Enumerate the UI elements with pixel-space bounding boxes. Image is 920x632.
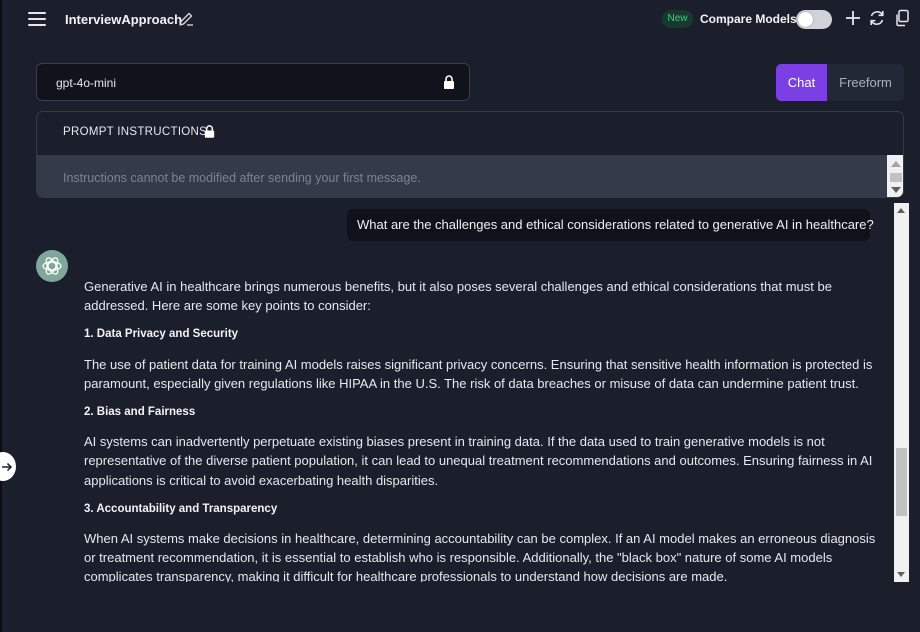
arrow-right-icon [2,462,13,472]
chat-scrollbar[interactable] [894,203,909,582]
model-selector[interactable]: gpt-4o-mini [36,63,470,101]
copy-icon[interactable] [893,8,911,28]
plus-icon[interactable] [844,8,862,28]
section-heading: 3. Accountability and Transparency [84,502,278,515]
prompt-instructions-input[interactable]: Instructions cannot be modified after se… [37,155,903,197]
scrollbar-thumb[interactable] [890,173,902,182]
compare-models-toggle[interactable] [796,10,832,29]
top-bar: InterviewApproach New Compare Models [2,0,920,40]
menu-icon[interactable] [28,12,46,26]
edit-icon[interactable] [178,11,194,27]
scroll-down-arrow[interactable] [891,187,901,193]
section-body: The use of patient data for training AI … [84,356,873,391]
assistant-intro: Generative AI in healthcare brings numer… [84,279,832,314]
mode-tabs: Chat Freeform [776,64,904,101]
app-title: InterviewApproach [65,12,183,27]
user-message: What are the challenges and ethical cons… [347,209,874,241]
scroll-up-arrow[interactable] [897,208,905,213]
app-window: InterviewApproach New Compare Models gpt… [0,0,920,632]
refresh-icon[interactable] [868,8,886,28]
prompt-instructions-panel: PROMPT INSTRUCTIONS Instructions cannot … [36,111,904,198]
scroll-down-arrow[interactable] [897,572,905,577]
section-body: When AI systems make decisions in health… [84,531,876,582]
scrollbar-thumb[interactable] [896,448,907,516]
new-badge: New [662,10,693,28]
chat-area: What are the challenges and ethical cons… [2,202,912,582]
assistant-message: Generative AI in healthcare brings numer… [84,277,884,582]
lock-icon [444,75,454,89]
prompt-instructions-header: PROMPT INSTRUCTIONS [63,126,208,138]
prompt-instructions-placeholder: Instructions cannot be modified after se… [63,171,421,185]
section-heading: 1. Data Privacy and Security [84,328,239,341]
model-selector-value: gpt-4o-mini [56,76,117,90]
lock-icon [204,125,215,138]
section-body: AI systems can inadvertently perpetuate … [84,434,873,488]
section-heading: 2. Bias and Fairness [84,406,196,419]
openai-logo-icon [36,250,68,282]
scroll-up-arrow[interactable] [891,161,901,167]
tab-chat[interactable]: Chat [776,64,827,101]
tab-freeform[interactable]: Freeform [827,64,904,101]
prompt-scrollbar[interactable] [887,155,903,197]
compare-models-label: Compare Models [700,12,797,26]
toggle-knob [798,12,813,27]
